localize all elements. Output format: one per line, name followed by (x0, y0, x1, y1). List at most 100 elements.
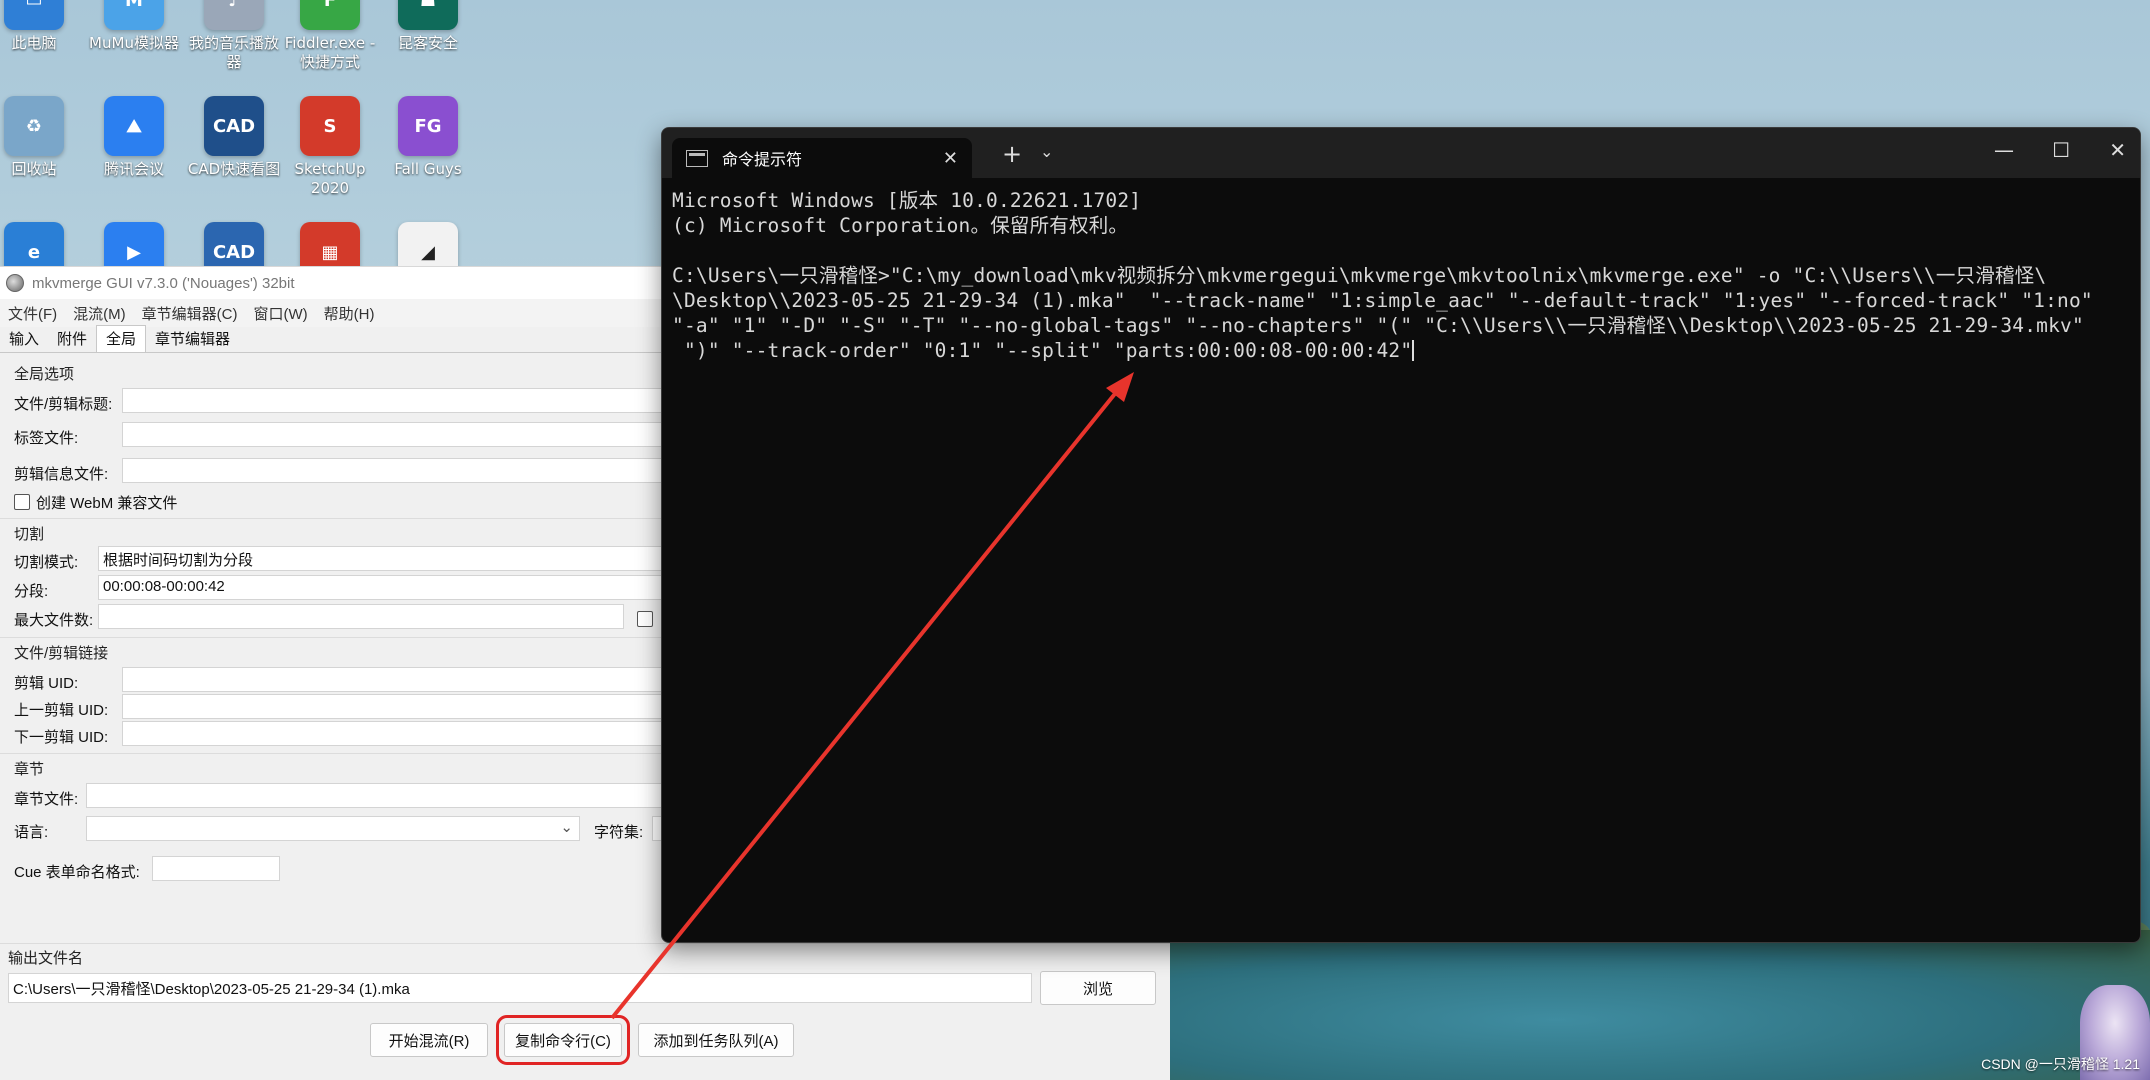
desktop-icon[interactable]: S SketchUp 2020 (282, 96, 378, 198)
global-options-group: 全局选项 (14, 366, 75, 383)
segment-info-label: 剪辑信息文件: (14, 466, 109, 483)
terminal-tab[interactable]: 命令提示符 ✕ (672, 138, 972, 178)
desktop-icon[interactable]: F Fiddler.exe - 快捷方式 (282, 0, 378, 72)
desktop-icon-label: 我的音乐播放器 (188, 34, 279, 71)
language-label: 语言: (14, 824, 49, 841)
desktop-icon[interactable]: CAD CAD快速看图 (186, 96, 282, 179)
terminal-line: ")" "--track-order" "0:1" "--split" "par… (672, 339, 1413, 362)
chevron-down-icon[interactable]: ⌄ (1040, 142, 1053, 161)
terminal-line: "-a" "1" "-D" "-S" "-T" "--no-global-tag… (672, 314, 2084, 337)
terminal-titlebar: 命令提示符 ✕ + ⌄ — ☐ ✕ (662, 128, 2140, 178)
terminal-tab-title: 命令提示符 (722, 152, 803, 169)
desktop-icon[interactable]: ☗ 昆客安全 (380, 0, 476, 53)
command-prompt-window: 命令提示符 ✕ + ⌄ — ☐ ✕ Microsoft Windows [版本 … (661, 127, 2141, 943)
desktop-icon[interactable]: ▭ 此电脑 (0, 0, 82, 53)
file-title-input[interactable] (122, 388, 662, 413)
text-cursor (1412, 340, 1415, 361)
max-files-label: 最大文件数: (14, 612, 94, 629)
next-segment-uid-input[interactable] (122, 721, 662, 746)
desktop-icon[interactable]: M MuMu模拟器 (86, 0, 182, 53)
start-mux-button[interactable]: 开始混流(R) (370, 1023, 488, 1057)
tab-attachments[interactable]: 附件 (48, 326, 96, 352)
terminal-line: Microsoft Windows [版本 10.0.22621.1702] (672, 189, 1142, 212)
file-title-label: 文件/剪辑标题: (14, 396, 113, 413)
segment-uid-label: 剪辑 UID: (14, 675, 79, 692)
file-link-group: 文件/剪辑链接 (14, 645, 109, 662)
desktop-icon-label: 腾讯会议 (103, 160, 164, 178)
tab-global[interactable]: 全局 (96, 325, 147, 352)
desktop-app-icon: F (300, 0, 360, 30)
chapter-file-label: 章节文件: (14, 791, 79, 808)
tab-input[interactable]: 输入 (0, 326, 48, 352)
desktop-icon[interactable]: ⛰ 腾讯会议 (86, 96, 182, 179)
chapter-file-input[interactable] (86, 783, 662, 808)
segment-info-input[interactable] (122, 458, 662, 483)
terminal-icon (686, 149, 708, 167)
menu-mux[interactable]: 混流(M) (65, 303, 134, 324)
desktop-app-icon: ☗ (398, 0, 458, 30)
divider (0, 943, 1170, 944)
webm-checkbox[interactable] (14, 494, 30, 510)
webm-label: 创建 WebM 兼容文件 (36, 495, 178, 512)
new-tab-icon[interactable]: + (1002, 140, 1022, 168)
desktop-app-icon: M (104, 0, 164, 30)
segment-uid-input[interactable] (122, 667, 662, 692)
segments-label: 分段: (14, 583, 49, 600)
desktop-icon-label: 此电脑 (11, 34, 57, 52)
desktop-icon[interactable]: ♻ 回收站 (0, 96, 82, 179)
language-select[interactable]: ⌄ (86, 816, 580, 841)
chapters-group: 章节 (14, 761, 45, 778)
terminal-line: (c) Microsoft Corporation。保留所有权利。 (672, 214, 1129, 237)
terminal-output[interactable]: Microsoft Windows [版本 10.0.22621.1702] (… (672, 188, 2132, 363)
menu-window[interactable]: 窗口(W) (245, 303, 315, 324)
desktop-icon-label: CAD快速看图 (187, 160, 281, 178)
desktop-icon[interactable]: ♪ 我的音乐播放器 (186, 0, 282, 72)
divider (0, 518, 662, 519)
charset-label: 字符集: (594, 824, 644, 841)
cue-name-format-label: Cue 表单命名格式: (14, 864, 140, 881)
close-tab-icon[interactable]: ✕ (943, 148, 958, 169)
link-files-checkbox[interactable] (637, 611, 653, 627)
desktop-app-icon: ⛰ (104, 96, 164, 156)
menu-file[interactable]: 文件(F) (0, 303, 65, 324)
desktop-app-icon: ▭ (4, 0, 64, 30)
prev-segment-uid-label: 上一剪辑 UID: (14, 702, 109, 719)
mkvmerge-title: mkvmerge GUI v7.3.0 ('Nouages') 32bit (32, 274, 295, 292)
desktop-icon-label: 昆客安全 (397, 34, 458, 52)
desktop-icon-label: SketchUp 2020 (294, 160, 366, 197)
desktop-app-icon: CAD (204, 96, 264, 156)
max-files-input[interactable] (98, 604, 624, 629)
tags-file-label: 标签文件: (14, 430, 79, 447)
watermark: CSDN @一只滑稽怪 1.21 (1981, 1056, 2140, 1072)
add-to-queue-button[interactable]: 添加到任务队列(A) (638, 1023, 794, 1057)
terminal-line: C:\Users\一只滑稽怪>"C:\my_download\mkv视频拆分\m… (672, 264, 2047, 287)
copy-command-line-button[interactable]: 复制命令行(C) (496, 1015, 630, 1065)
tab-chapter-editor[interactable]: 章节编辑器 (146, 326, 239, 352)
segments-input[interactable]: 00:00:08-00:00:42 (98, 575, 662, 600)
cue-name-format-input[interactable] (152, 856, 280, 881)
split-mode-select[interactable]: 根据时间码切割为分段 (98, 546, 662, 571)
desktop-icon-label: Fall Guys (394, 160, 462, 178)
chevron-down-icon: ⌄ (560, 819, 573, 836)
split-group: 切割 (14, 526, 45, 543)
maximize-icon[interactable]: ☐ (2052, 138, 2070, 162)
next-segment-uid-label: 下一剪辑 UID: (14, 729, 109, 746)
desktop-icon[interactable]: FG Fall Guys (380, 96, 476, 179)
minimize-icon[interactable]: — (1994, 138, 2014, 162)
tags-file-input[interactable] (122, 422, 662, 447)
desktop-icon-label: MuMu模拟器 (89, 34, 179, 52)
prev-segment-uid-input[interactable] (122, 694, 662, 719)
browse-button[interactable]: 浏览 (1040, 971, 1156, 1005)
desktop-app-icon: FG (398, 96, 458, 156)
divider (0, 753, 662, 754)
desktop-app-icon: S (300, 96, 360, 156)
desktop-icon-label: Fiddler.exe - 快捷方式 (284, 34, 376, 71)
output-filename-group: 输出文件名 (8, 950, 84, 967)
terminal-line: \Desktop\\2023-05-25 21-29-34 (1).mka" "… (672, 289, 2093, 312)
menu-help[interactable]: 帮助(H) (316, 303, 383, 324)
split-mode-label: 切割模式: (14, 554, 79, 571)
menu-chapter-editor[interactable]: 章节编辑器(C) (134, 303, 246, 324)
output-filename-input[interactable]: C:\Users\一只滑稽怪\Desktop\2023-05-25 21-29-… (8, 973, 1032, 1003)
close-icon[interactable]: ✕ (2109, 138, 2126, 162)
desktop-app-icon: ♪ (204, 0, 264, 30)
